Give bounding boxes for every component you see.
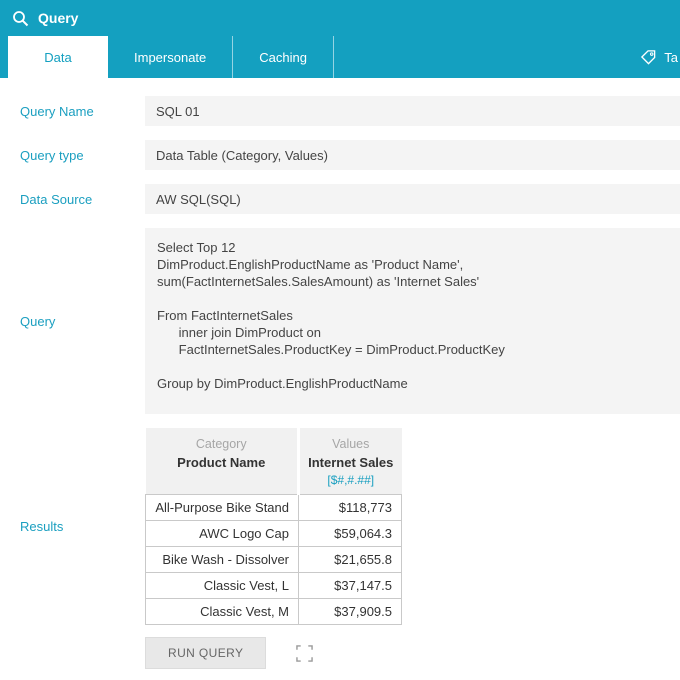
table-row: Bike Wash - Dissolver $21,655.8 <box>145 546 402 573</box>
cell-internet-sales: $37,147.5 <box>298 572 402 599</box>
query-editor[interactable]: Select Top 12 DimProduct.EnglishProductN… <box>145 228 680 414</box>
tag-icon <box>640 49 657 66</box>
cell-product-name: Classic Vest, M <box>145 598 299 625</box>
search-icon <box>12 10 29 27</box>
data-source-select[interactable]: AW SQL(SQL) <box>145 184 680 214</box>
cell-internet-sales: $59,064.3 <box>298 520 402 547</box>
data-source-row: Data Source AW SQL(SQL) <box>0 184 680 214</box>
tags-label: Ta <box>664 49 678 65</box>
cell-product-name: AWC Logo Cap <box>145 520 299 547</box>
query-type-label: Query type <box>20 147 84 163</box>
run-query-button[interactable]: RUN QUERY <box>145 637 267 669</box>
query-row: Query Select Top 12 DimProduct.EnglishPr… <box>0 228 680 414</box>
cell-internet-sales: $37,909.5 <box>298 598 402 625</box>
query-type-row: Query type Data Table (Category, Values) <box>0 140 680 170</box>
tab-caching[interactable]: Caching <box>233 36 334 78</box>
query-label: Query <box>20 313 56 329</box>
results-column-header-values: Values Internet Sales [$#,#.##] <box>297 428 402 495</box>
column-name-label: Product Name <box>177 455 266 470</box>
query-name-row: Query Name SQL 01 <box>0 96 680 126</box>
column-format-label <box>146 470 298 485</box>
fullscreen-icon <box>296 644 314 662</box>
dialog-header: Query <box>0 0 680 36</box>
query-name-label: Query Name <box>20 103 94 119</box>
results-column-header-category: Category Product Name <box>145 428 299 495</box>
column-name-label: Internet Sales <box>308 455 394 470</box>
results-actions: RUN QUERY <box>145 637 680 669</box>
tab-bar: Data Impersonate Caching Ta <box>0 36 680 78</box>
results-table: Category Product Name Values Internet Sa… <box>145 428 402 625</box>
column-format-link[interactable]: [$#,#.##] <box>300 470 402 494</box>
cell-product-name: Classic Vest, L <box>145 572 299 599</box>
column-group-label: Category <box>195 437 247 451</box>
cell-internet-sales: $118,773 <box>298 494 402 521</box>
column-group-label: Values <box>332 437 370 451</box>
data-source-label: Data Source <box>20 191 93 207</box>
expand-preview-button[interactable] <box>296 644 314 662</box>
cell-internet-sales: $21,655.8 <box>298 546 402 573</box>
tab-data[interactable]: Data <box>8 36 108 78</box>
table-row: Classic Vest, M $37,909.5 <box>145 598 402 625</box>
tab-impersonate[interactable]: Impersonate <box>108 36 234 78</box>
query-form: Query Name SQL 01 Query type Data Table … <box>0 78 680 669</box>
tags-button[interactable]: Ta <box>640 36 680 78</box>
query-name-input[interactable]: SQL 01 <box>145 96 680 126</box>
query-type-select[interactable]: Data Table (Category, Values) <box>145 140 680 170</box>
results-preview: Category Product Name Values Internet Sa… <box>145 428 680 625</box>
results-row: Results Category Product Name Values Int… <box>0 428 680 625</box>
cell-product-name: Bike Wash - Dissolver <box>145 546 299 573</box>
table-row: AWC Logo Cap $59,064.3 <box>145 520 402 547</box>
cell-product-name: All-Purpose Bike Stand <box>145 494 299 521</box>
results-label: Results <box>20 519 64 534</box>
dialog-title: Query <box>38 10 79 26</box>
table-row: All-Purpose Bike Stand $118,773 <box>145 494 402 521</box>
table-row: Classic Vest, L $37,147.5 <box>145 572 402 599</box>
